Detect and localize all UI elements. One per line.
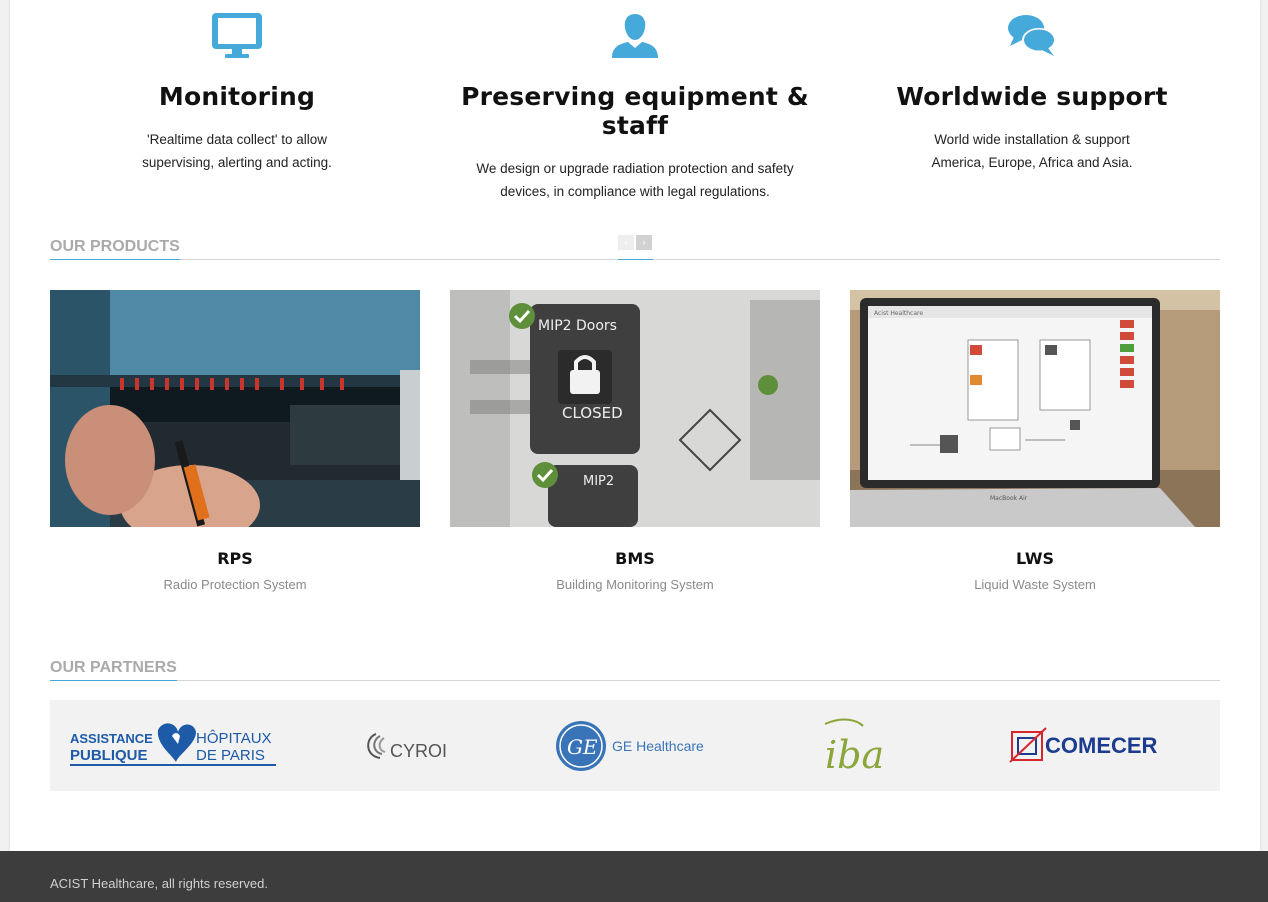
feature-description-line: supervising, alerting and acting. [142, 155, 332, 170]
products-section-header: Our products ‹ › [50, 229, 1220, 260]
feature-description: World wide installation & support Americ… [857, 128, 1207, 174]
feature-description-line: America, Europe, Africa and Asia. [931, 155, 1133, 170]
aphp-text: ASSISTANCE [70, 731, 153, 746]
cyroi-logo: CYROI [367, 733, 447, 761]
laptop-dashboard-photo: Acist Healthcare MacBook Air [850, 290, 1220, 527]
lws-screen-title: Acist Healthcare [874, 310, 923, 317]
feature-description-line: devices, in compliance with legal regula… [500, 184, 770, 199]
footer: ACIST Healthcare, all rights reserved. [0, 851, 1268, 902]
feature-title: Monitoring [158, 82, 316, 111]
feature-preserving: Preserving equipment & staff We design o… [455, 0, 815, 203]
bms-label-closed: CLOSED [562, 404, 623, 422]
feature-title: Worldwide support [896, 82, 1168, 111]
product-title[interactable]: LWS [850, 549, 1220, 568]
feature-monitoring: Monitoring 'Realtime data collect' to al… [57, 0, 417, 174]
partner-logo-comecer[interactable]: COMECER [1008, 700, 1168, 791]
bms-label-doors: MIP2 Doors [538, 318, 617, 334]
product-card-bms[interactable]: MIP2 Doors CLOSED MIP2 BMS Building Moni… [450, 290, 820, 592]
partners-section-header: Our partners [50, 650, 1220, 681]
carousel-nav: ‹ › [618, 235, 653, 260]
product-image-lws[interactable]: Acist Healthcare MacBook Air [850, 290, 1220, 527]
ge-text: GE Healthcare [612, 738, 704, 754]
aphp-text: HÔPITAUX [196, 730, 272, 747]
product-card-lws[interactable]: Acist Healthcare MacBook Air LWS Liquid … [850, 290, 1220, 592]
footer-copyright: ACIST Healthcare, all rights reserved. [50, 876, 268, 891]
aphp-logo: ASSISTANCE PUBLIQUE HÔPITAUX DE PARIS [70, 723, 276, 766]
monitor-icon [212, 13, 262, 58]
door-lock-screen-photo: MIP2 Doors CLOSED MIP2 [450, 290, 820, 527]
product-description: Building Monitoring System [556, 577, 714, 592]
section-title: Our products [50, 238, 180, 260]
iba-text: iba [825, 733, 884, 777]
feature-description: We design or upgrade radiation protectio… [460, 157, 810, 203]
partner-logo-ge-healthcare[interactable]: GE GE Healthcare [555, 700, 705, 791]
product-image-bms[interactable]: MIP2 Doors CLOSED MIP2 [450, 290, 820, 527]
user-icon [612, 14, 658, 58]
iba-logo: iba [824, 718, 884, 777]
carousel-prev-button[interactable]: ‹ [618, 235, 634, 250]
ge-healthcare-logo: GE GE Healthcare [556, 721, 704, 771]
partner-logo-aphp[interactable]: ASSISTANCE PUBLIQUE HÔPITAUX DE PARIS [68, 700, 278, 791]
feature-description-line: 'Realtime data collect' to allow [147, 132, 327, 147]
feature-description: 'Realtime data collect' to allow supervi… [62, 128, 412, 174]
comecer-text: COMECER [1045, 733, 1158, 758]
feature-description-line: World wide installation & support [934, 132, 1130, 147]
aphp-text: PUBLIQUE [70, 747, 148, 764]
product-image-rps[interactable] [50, 290, 420, 527]
comecer-logo: COMECER [1009, 727, 1158, 763]
product-description: Liquid Waste System [974, 577, 1096, 592]
page-container: Monitoring 'Realtime data collect' to al… [10, 0, 1260, 851]
product-description: Radio Protection System [163, 577, 307, 592]
chat-bubbles-icon [1008, 15, 1056, 56]
carousel-next-button[interactable]: › [636, 235, 652, 250]
feature-worldwide-support: Worldwide support World wide installatio… [852, 0, 1212, 174]
partner-logo-iba[interactable]: iba [815, 700, 905, 791]
electrical-cabinet-photo [50, 290, 420, 527]
ge-mark-text: GE [567, 735, 598, 759]
feature-title: Preserving equipment & staff [461, 82, 809, 140]
feature-description-line: We design or upgrade radiation protectio… [476, 161, 794, 176]
partner-logo-cyroi[interactable]: CYROI [360, 700, 450, 791]
aphp-text: DE PARIS [196, 747, 265, 764]
bms-label-mip2: MIP2 [583, 474, 614, 489]
cyroi-text: CYROI [390, 741, 447, 761]
partners-logo-strip: ASSISTANCE PUBLIQUE HÔPITAUX DE PARIS CY… [50, 700, 1220, 791]
product-title[interactable]: BMS [450, 549, 820, 568]
product-card-rps[interactable]: RPS Radio Protection System [50, 290, 420, 592]
lws-laptop-brand: MacBook Air [990, 495, 1028, 502]
section-title: Our partners [50, 659, 177, 681]
product-title[interactable]: RPS [50, 549, 420, 568]
